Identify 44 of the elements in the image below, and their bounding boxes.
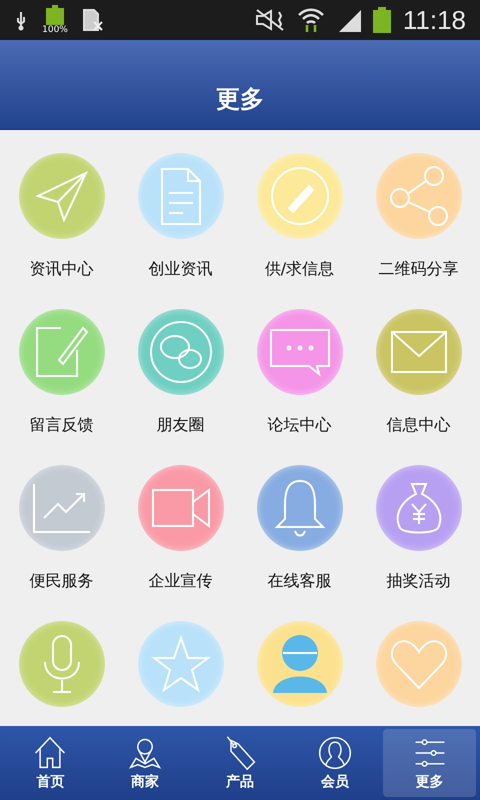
- nav-tab[interactable]: 产品: [194, 729, 286, 797]
- person-avatar-icon: [272, 635, 326, 693]
- share-icon: [390, 166, 448, 226]
- tile-label: 论坛中心: [268, 415, 332, 435]
- tile-label: 留言反馈: [30, 415, 94, 435]
- pencil-circle-icon: [270, 167, 328, 225]
- nav-tab[interactable]: 会员: [288, 729, 382, 797]
- wifi-icon: [296, 7, 325, 33]
- sim-card-icon: [82, 8, 104, 32]
- tile-label: 便民服务: [30, 571, 94, 591]
- user-circle-icon: [316, 735, 353, 771]
- heart-icon: [388, 639, 448, 689]
- clock-time: 11:18: [402, 4, 466, 36]
- video-camera-icon: [152, 489, 210, 527]
- tile-label: 信息中心: [386, 415, 450, 435]
- mute-icon: [254, 8, 285, 32]
- tile-label: 抽奖活动: [386, 571, 450, 591]
- battery-icon: [372, 7, 391, 33]
- money-bag-icon: [396, 483, 442, 533]
- tile-label: 二维码分享: [378, 259, 458, 279]
- nav-tab[interactable]: 商家: [98, 729, 192, 797]
- tile-label: 供/求信息: [264, 259, 334, 279]
- tile-label: 企业宣传: [148, 571, 212, 591]
- chat-bubbles-icon: [150, 321, 212, 383]
- battery-percent: 100%: [42, 25, 68, 35]
- nav-tab[interactable]: 首页: [4, 729, 97, 797]
- document-icon: [160, 168, 200, 224]
- usb-icon: [14, 9, 28, 31]
- tile-label: 创业资讯: [148, 259, 212, 279]
- tile-label: 在线客服: [268, 571, 332, 591]
- battery-icon: [46, 5, 64, 25]
- nav-tab[interactable]: 更多: [383, 729, 476, 797]
- paper-plane-icon: [36, 172, 86, 220]
- tile-label: 资讯中心: [30, 259, 94, 279]
- page-title: 更多: [216, 84, 264, 115]
- envelope-icon: [390, 331, 446, 373]
- tile-label: 朋友圈: [156, 415, 204, 435]
- bell-icon: [276, 480, 324, 536]
- message-bubble-icon: [270, 329, 330, 375]
- signal-icon: [336, 8, 361, 32]
- star-icon: [152, 637, 208, 691]
- microphone-icon: [44, 635, 80, 693]
- edit-note-icon: [36, 327, 88, 377]
- trend-chart-icon: [32, 483, 90, 533]
